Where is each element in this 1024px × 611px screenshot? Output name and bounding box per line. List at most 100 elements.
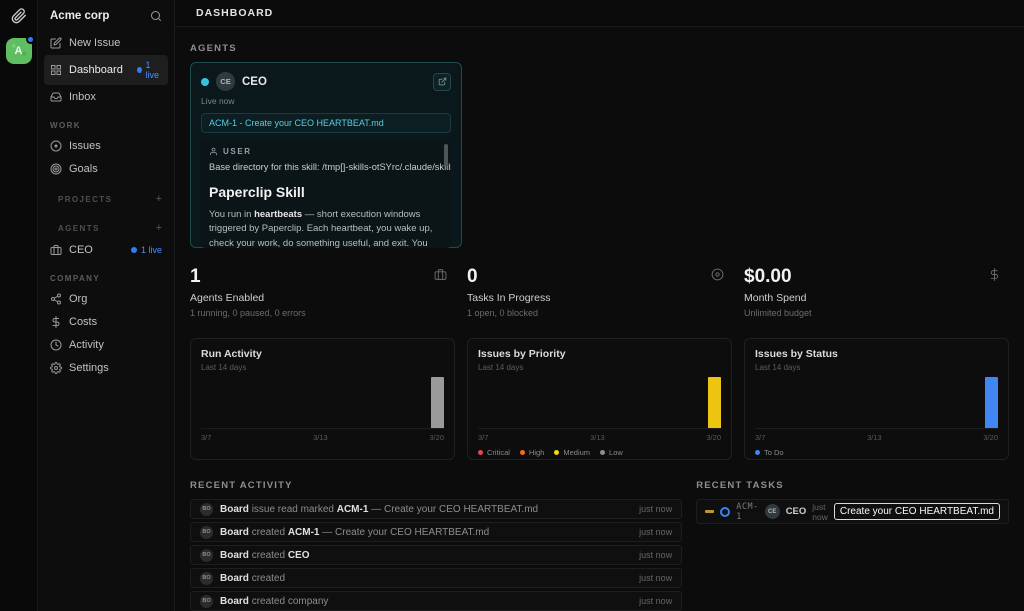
sidebar-section-projects: PROJECTS +	[44, 181, 168, 210]
task-time: just now	[812, 502, 828, 522]
chart-subtitle: Last 14 days	[755, 363, 998, 372]
sidebar-item-activity[interactable]: Activity	[44, 334, 168, 356]
sidebar-item-label: Goals	[69, 163, 98, 175]
sidebar-item-goals[interactable]: Goals	[44, 158, 168, 180]
grid-icon	[50, 64, 62, 76]
sidebar-item-issues[interactable]: Issues	[44, 135, 168, 157]
activity-row[interactable]: BO Board issue read marked ACM-1 — Creat…	[190, 499, 682, 519]
search-icon[interactable]	[150, 10, 162, 22]
notification-dot	[26, 35, 35, 44]
sidebar-section-work: WORK	[44, 109, 168, 135]
task-title: Create your CEO HEARTBEAT.md	[834, 503, 1000, 520]
stat-sub: 1 running, 0 paused, 0 errors	[190, 308, 455, 318]
activity-row[interactable]: BO Board created company just now	[190, 591, 682, 611]
legend-item: To Do	[755, 448, 784, 457]
actor-avatar: BO	[200, 526, 213, 539]
chart-x-axis: 3/73/133/20	[755, 429, 998, 442]
activity-time: just now	[639, 527, 672, 537]
sidebar: Acme corp New Issue Dashboard 1 live Inb…	[38, 0, 175, 611]
briefcase-icon	[434, 268, 447, 281]
agent-live-dot-icon	[201, 78, 209, 86]
actor-avatar: BO	[200, 572, 213, 585]
disc-icon	[50, 140, 62, 152]
transcript-scrollbar[interactable]	[444, 144, 448, 166]
sidebar-header: Acme corp	[44, 6, 168, 32]
agent-current-task-link[interactable]: ACM-1 - Create your CEO HEARTBEAT.md	[201, 113, 451, 133]
sidebar-section-agents: AGENTS +	[44, 210, 168, 239]
legend-dot-icon	[478, 450, 483, 455]
sidebar-item-new-issue[interactable]: New Issue	[44, 32, 168, 54]
activity-time: just now	[639, 504, 672, 514]
stat-value: $0.00	[744, 266, 1009, 288]
chart-issues-by-status: Issues by Status Last 14 days 3/73/133/2…	[744, 338, 1009, 460]
chart-subtitle: Last 14 days	[201, 363, 444, 372]
user-icon	[209, 147, 218, 156]
agent-card-ceo[interactable]: CE CEO Live now ACM-1 - Create your CEO …	[190, 62, 462, 248]
stat-tasks-in-progress: 0 Tasks In Progress 1 open, 0 blocked	[467, 266, 732, 318]
chart-title: Issues by Priority	[478, 348, 721, 360]
activity-text: Board created CEO	[220, 550, 632, 561]
legend-dot-icon	[554, 450, 559, 455]
add-project-button[interactable]: +	[156, 193, 162, 205]
open-agent-button[interactable]	[433, 73, 451, 91]
chart-title: Issues by Status	[755, 348, 998, 360]
stat-value: 0	[467, 266, 732, 288]
chart-issues-by-priority: Issues by Priority Last 14 days 3/73/133…	[467, 338, 732, 460]
activity-text: Board created	[220, 573, 632, 584]
charts-row: Run Activity Last 14 days 3/73/133/20 Is…	[190, 338, 1009, 460]
transcript-body: You run in heartbeats — short execution …	[209, 208, 439, 248]
agent-card-header: CE CEO	[201, 72, 451, 91]
chart-plot	[201, 377, 444, 429]
ceo-live-badge: 1 live	[131, 245, 162, 255]
legend-item: Low	[600, 448, 623, 457]
workspace-avatar-initial: A	[15, 45, 23, 57]
sidebar-item-label: New Issue	[69, 37, 120, 49]
recent-tasks-label: RECENT TASKS	[696, 480, 1009, 491]
bottom-row: RECENT ACTIVITY BO Board issue read mark…	[190, 480, 1009, 611]
live-dot-icon	[131, 247, 137, 253]
legend-item: Medium	[554, 448, 590, 457]
agent-transcript[interactable]: USER Base directory for this skill: /tmp…	[201, 140, 451, 248]
status-ring-icon	[720, 507, 730, 517]
gear-icon	[50, 362, 62, 374]
sidebar-item-ceo[interactable]: CEO 1 live	[44, 239, 168, 261]
activity-row[interactable]: BO Board created CEO just now	[190, 545, 682, 565]
paperclip-logo-icon[interactable]	[11, 8, 27, 24]
assignee-avatar: CE	[765, 504, 780, 519]
target-icon	[50, 163, 62, 175]
legend-dot-icon	[520, 450, 525, 455]
recent-activity-label: RECENT ACTIVITY	[190, 480, 682, 491]
chart-x-axis: 3/73/133/20	[201, 429, 444, 442]
sidebar-item-dashboard[interactable]: Dashboard 1 live	[44, 55, 168, 85]
activity-time: just now	[639, 550, 672, 560]
org-icon	[50, 293, 62, 305]
chart-x-axis: 3/73/133/20	[478, 429, 721, 442]
stat-agents-enabled: 1 Agents Enabled 1 running, 0 paused, 0 …	[190, 266, 455, 318]
agent-avatar: CE	[216, 72, 235, 91]
activity-text: Board created company	[220, 596, 632, 607]
tasks-list: ACM-1 CE CEO just now Create your CEO HE…	[696, 499, 1009, 524]
sidebar-item-org[interactable]: Org	[44, 288, 168, 310]
recent-activity-section: RECENT ACTIVITY BO Board issue read mark…	[190, 480, 682, 611]
activity-row[interactable]: BO Board created ACM-1 — Create your CEO…	[190, 522, 682, 542]
sidebar-item-label: Settings	[69, 362, 109, 374]
sidebar-item-settings[interactable]: Settings	[44, 357, 168, 379]
workspace-avatar[interactable]: A	[6, 38, 32, 64]
transcript-role-row: USER	[209, 147, 439, 156]
stats-row: 1 Agents Enabled 1 running, 0 paused, 0 …	[190, 266, 1009, 318]
transcript-heading: Paperclip Skill	[209, 184, 439, 200]
sidebar-item-inbox[interactable]: Inbox	[44, 86, 168, 108]
add-agent-button[interactable]: +	[156, 222, 162, 234]
sidebar-item-costs[interactable]: Costs	[44, 311, 168, 333]
sidebar-section-company: COMPANY	[44, 262, 168, 288]
dollar-icon	[988, 268, 1001, 281]
sidebar-item-label: Inbox	[69, 91, 96, 103]
org-name: Acme corp	[50, 10, 109, 22]
task-row[interactable]: ACM-1 CE CEO just now Create your CEO HE…	[696, 499, 1009, 524]
agents-section-label: AGENTS	[190, 43, 1009, 54]
sidebar-item-label: Activity	[69, 339, 104, 351]
legend-dot-icon	[755, 450, 760, 455]
actor-avatar: BO	[200, 549, 213, 562]
clock-icon	[50, 339, 62, 351]
activity-row[interactable]: BO Board created just now	[190, 568, 682, 588]
